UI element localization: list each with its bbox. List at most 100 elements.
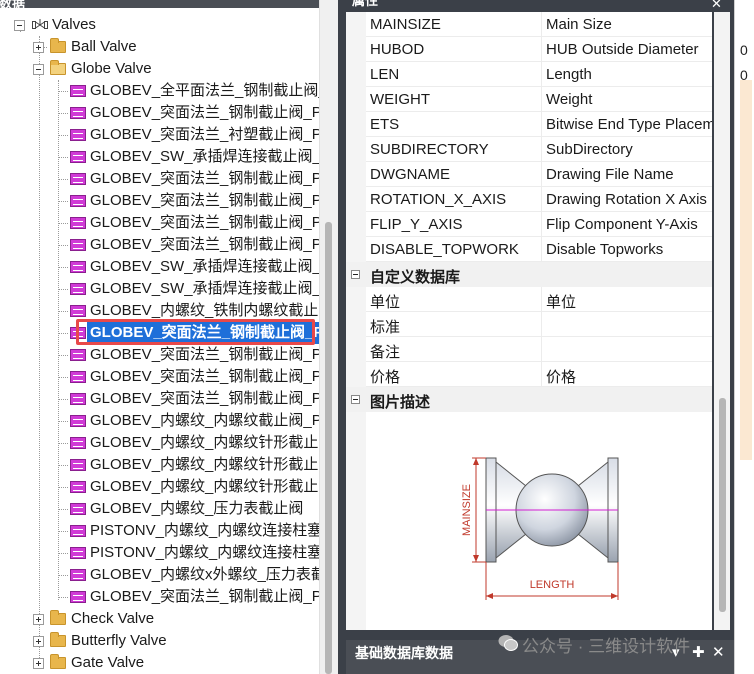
property-value[interactable]: HUB Outside Diameter: [546, 41, 699, 58]
valve-drawing: MAINSIZE LENGTH: [461, 457, 619, 600]
valve-symbol-icon: [70, 371, 86, 383]
tree-item-globe-valve[interactable]: PISTONV_内螺纹_内螺纹连接柱塞: [0, 542, 322, 564]
property-row[interactable]: 单位 单位: [366, 287, 712, 312]
property-row[interactable]: HUBOD HUB Outside Diameter: [366, 37, 712, 62]
tree-item-globe-valve[interactable]: GLOBEV_突面法兰_钢制截止阀_PN: [0, 168, 333, 190]
collapse-category-icon[interactable]: [351, 395, 360, 404]
right-panel-scroll[interactable]: [740, 80, 752, 460]
tree-item-globe-valve[interactable]: GLOBEV_SW_承插焊连接截止阀_P: [0, 278, 331, 300]
property-row[interactable]: 标准: [366, 312, 712, 337]
property-value[interactable]: Weight: [546, 91, 592, 108]
property-value[interactable]: Length: [546, 66, 592, 83]
property-key: MAINSIZE: [370, 16, 441, 33]
tree-item-label: PISTONV_内螺纹_内螺纹连接柱塞: [90, 522, 323, 539]
property-row[interactable]: MAINSIZE Main Size: [366, 12, 712, 37]
property-key: 单位: [370, 294, 401, 311]
property-value[interactable]: 价格: [546, 366, 576, 387]
property-value[interactable]: Drawing File Name: [546, 166, 674, 183]
tree-node-gate-valve[interactable]: Gate Valve: [0, 652, 330, 674]
dock-pin-icon[interactable]: ✚: [692, 643, 705, 661]
property-key: 备注: [370, 344, 401, 361]
tree-node-check-valve[interactable]: Check Valve: [0, 608, 330, 630]
valve-symbol-icon: [70, 437, 86, 449]
valve-symbol-icon: [70, 85, 86, 97]
property-value[interactable]: Drawing Rotation X Axis: [546, 191, 707, 208]
tree-item-globe-valve[interactable]: GLOBEV_突面法兰_钢制截止阀_PN: [0, 190, 333, 212]
tree-item-globe-valve[interactable]: GLOBEV_SW_承插焊连接截止阀_P: [0, 256, 331, 278]
property-row[interactable]: 价格 价格: [366, 362, 712, 387]
tree-item-globe-valve[interactable]: GLOBEV_内螺纹_内螺纹针形截止阀: [0, 454, 333, 476]
expand-ball-valve-toggle[interactable]: [33, 42, 44, 53]
collapse-globe-valve-toggle[interactable]: [33, 64, 44, 75]
right-panel-cell-text: 0: [740, 42, 748, 58]
property-row[interactable]: SUBDIRECTORY SubDirectory: [366, 137, 712, 162]
tree-item-globe-valve[interactable]: GLOBEV_突面法兰_钢制截止阀_PN: [0, 234, 333, 256]
tree-node-valves[interactable]: Valves: [0, 14, 330, 36]
tree-item-label: GLOBEV_突面法兰_钢制截止阀_PN: [90, 214, 333, 231]
property-key: DWGNAME: [370, 166, 450, 183]
tree-node-ball-valve[interactable]: Ball Valve: [0, 36, 330, 58]
property-row[interactable]: ETS Bitwise End Type Placement: [366, 112, 712, 137]
tree-item-globe-valve[interactable]: GLOBEV_内螺纹_压力表截止阀: [0, 498, 320, 520]
tree-scrollbar-thumb[interactable]: [325, 222, 332, 674]
property-key: HUBOD: [370, 41, 425, 58]
property-value[interactable]: Bitwise End Type Placement: [546, 116, 712, 133]
collapse-valves-toggle[interactable]: [14, 20, 25, 31]
watermark-text: 公众号 · 三维设计软件: [522, 637, 691, 656]
tree-item-label: GLOBEV_突面法兰_钢制截止阀_PN: [90, 390, 333, 407]
folder-icon: [50, 654, 66, 669]
property-value[interactable]: 单位: [546, 291, 576, 312]
tree-item-globe-valve[interactable]: GLOBEV_突面法兰_钢制截止阀_PN: [0, 586, 333, 608]
property-row[interactable]: ROTATION_X_AXIS Drawing Rotation X Axis: [366, 187, 712, 212]
tree-item-globe-valve[interactable]: GLOBEV_全平面法兰_钢制截止阀_: [0, 80, 327, 102]
tree-node-check-valve-label: Check Valve: [71, 610, 155, 627]
category-image-description[interactable]: 图片描述: [346, 387, 712, 412]
tree-item-globe-valve[interactable]: GLOBEV_内螺纹_内螺纹针形截止阀: [0, 432, 333, 454]
property-row[interactable]: FLIP_Y_AXIS Flip Component Y-Axis: [366, 212, 712, 237]
valve-symbol-icon: [70, 107, 86, 119]
tree-item-label: GLOBEV_内螺纹_压力表截止阀: [90, 500, 304, 517]
property-value[interactable]: SubDirectory: [546, 141, 633, 158]
expand-butterfly-valve-toggle[interactable]: [33, 636, 44, 647]
tree-item-globe-valve[interactable]: GLOBEV_突面法兰_钢制截止阀_PN: [0, 388, 333, 410]
properties-panel-title: 属性: [352, 0, 379, 8]
tree-item-globe-valve[interactable]: GLOBEV_SW_承插焊连接截止阀_P: [0, 146, 331, 168]
tree-item-label: GLOBEV_突面法兰_钢制截止阀_PN: [90, 588, 333, 605]
tree-item-globe-valve[interactable]: GLOBEV_突面法兰_衬塑截止阀_PN: [0, 124, 333, 146]
mainsize-label: MAINSIZE: [461, 484, 473, 536]
tree-item-label: GLOBEV_突面法兰_钢制截止阀_PN: [90, 104, 333, 121]
expand-gate-valve-toggle[interactable]: [33, 658, 44, 669]
expand-check-valve-toggle[interactable]: [33, 614, 44, 625]
valve-symbol-icon: [70, 569, 86, 581]
tree-node-globe-valve[interactable]: Globe Valve: [0, 58, 330, 80]
property-value[interactable]: Disable Topworks: [546, 241, 663, 258]
property-key: SUBDIRECTORY: [370, 141, 489, 158]
property-row[interactable]: DWGNAME Drawing File Name: [366, 162, 712, 187]
property-row[interactable]: DISABLE_TOPWORK Disable Topworks: [366, 237, 712, 262]
tree-item-globe-valve[interactable]: GLOBEV_突面法兰_钢制截止阀_PN: [0, 102, 333, 124]
tree-item-globe-valve[interactable]: GLOBEV_突面法兰_钢制截止阀_PN: [0, 344, 333, 366]
property-grid-scrollbar-thumb[interactable]: [719, 398, 726, 612]
property-value[interactable]: Flip Component Y-Axis: [546, 216, 698, 233]
property-row[interactable]: 备注: [366, 337, 712, 362]
tree-item-globe-valve[interactable]: GLOBEV_内螺纹_内螺纹截止阀_PN: [0, 410, 333, 432]
tree-item-globe-valve[interactable]: GLOBEV_内螺纹_内螺纹针形截止阀: [0, 476, 333, 498]
tree-item-globe-valve[interactable]: GLOBEV_突面法兰_钢制截止阀_PN: [0, 212, 333, 234]
close-icon[interactable]: ✕: [711, 0, 722, 12]
tree-item-globe-valve[interactable]: PISTONV_内螺纹_内螺纹连接柱塞: [0, 520, 323, 542]
panel-splitter[interactable]: [338, 0, 346, 674]
tree-item-globe-valve[interactable]: GLOBEV_突面法兰_钢制截止阀_PN: [0, 366, 333, 388]
tree-node-butterfly-valve[interactable]: Butterfly Valve: [0, 630, 330, 652]
close-icon[interactable]: ✕: [712, 643, 725, 661]
valve-symbol-icon: [70, 173, 86, 185]
property-value[interactable]: Main Size: [546, 16, 612, 33]
category-custom-database[interactable]: 自定义数据库: [346, 262, 712, 287]
folder-icon: [50, 38, 66, 53]
property-key: FLIP_Y_AXIS: [370, 216, 463, 233]
tree-item-label: GLOBEV_突面法兰_衬塑截止阀_PN: [90, 126, 333, 143]
tree-item-label: GLOBEV_内螺纹_内螺纹截止阀_PN: [90, 412, 333, 429]
property-row[interactable]: WEIGHT Weight: [366, 87, 712, 112]
tree-item-globe-valve[interactable]: GLOBEV_内螺纹x外螺纹_压力表截: [0, 564, 326, 586]
collapse-category-icon[interactable]: [351, 270, 360, 279]
property-row[interactable]: LEN Length: [366, 62, 712, 87]
